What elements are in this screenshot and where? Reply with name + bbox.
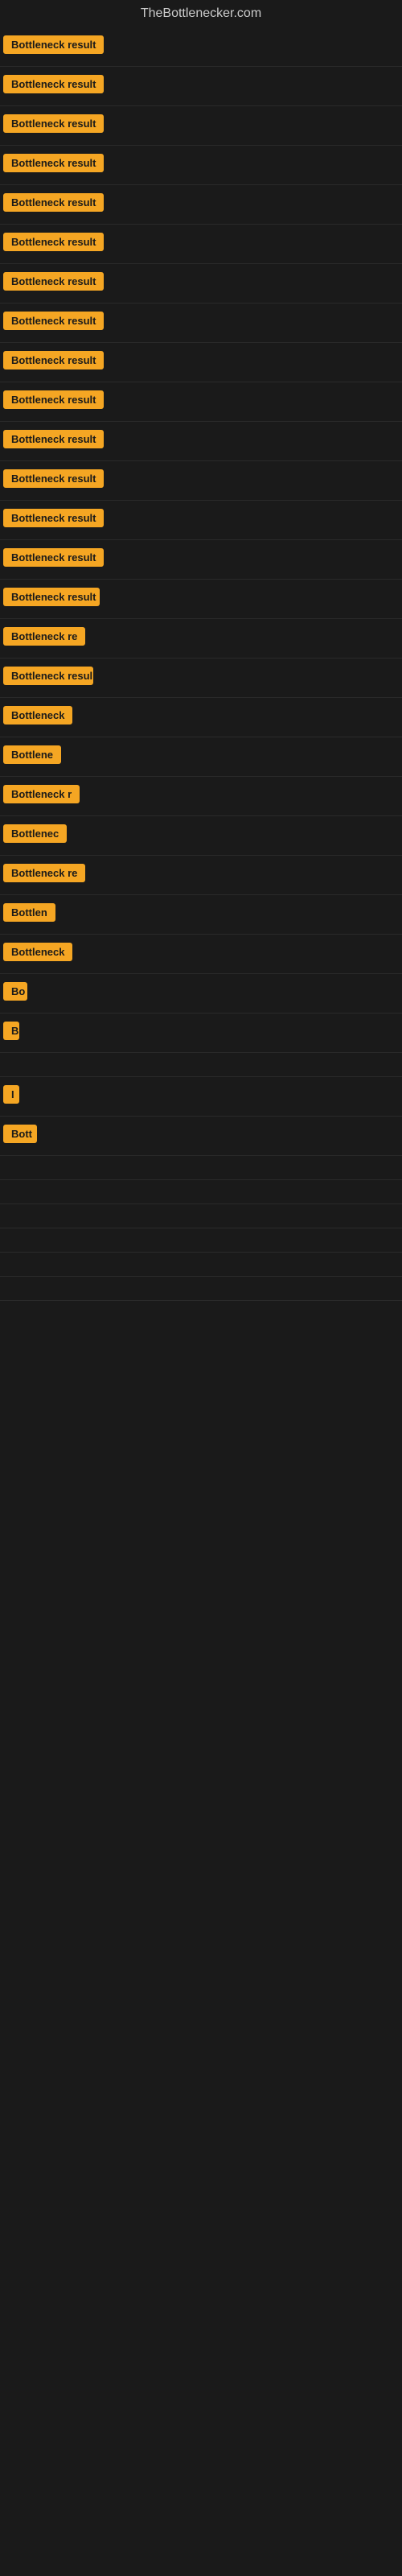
bottleneck-result-badge[interactable]: Bottleneck resul: [3, 667, 93, 685]
list-item: [0, 1180, 402, 1204]
bottleneck-result-badge[interactable]: Bottleneck result: [3, 390, 104, 409]
list-item: [0, 1156, 402, 1180]
list-item: Bottleneck result: [0, 106, 402, 146]
list-item: I: [0, 1077, 402, 1117]
bottleneck-result-badge[interactable]: Bottleneck result: [3, 469, 104, 488]
site-title: TheBottlenecker.com: [0, 0, 402, 27]
bottleneck-result-badge[interactable]: Bottlenec: [3, 824, 67, 843]
list-item: Bottleneck result: [0, 580, 402, 619]
bottleneck-result-badge[interactable]: Bottleneck result: [3, 312, 104, 330]
list-item: B: [0, 1013, 402, 1053]
bottleneck-result-badge[interactable]: Bottleneck result: [3, 193, 104, 212]
list-item: Bottlenec: [0, 816, 402, 856]
list-item: Bottlene: [0, 737, 402, 777]
bottleneck-result-badge[interactable]: Bottleneck result: [3, 351, 104, 369]
bottleneck-result-badge[interactable]: Bottleneck: [3, 706, 72, 724]
bottleneck-result-badge[interactable]: Bottleneck: [3, 943, 72, 961]
list-item: Bottleneck result: [0, 303, 402, 343]
list-item: Bottleneck result: [0, 540, 402, 580]
list-item: Bottleneck result: [0, 382, 402, 422]
list-item: Bo: [0, 974, 402, 1013]
bottleneck-result-badge[interactable]: Bottleneck result: [3, 35, 104, 54]
bottleneck-result-badge[interactable]: Bottleneck re: [3, 627, 85, 646]
list-item: [0, 1277, 402, 1301]
list-item: Bottleneck: [0, 698, 402, 737]
list-item: Bottleneck: [0, 935, 402, 974]
bottleneck-result-badge[interactable]: Bottleneck result: [3, 588, 100, 606]
bottleneck-result-badge[interactable]: Bottlene: [3, 745, 61, 764]
list-item: Bottleneck result: [0, 225, 402, 264]
bottleneck-result-badge[interactable]: Bott: [3, 1125, 37, 1143]
list-item: Bott: [0, 1117, 402, 1156]
list-item: [0, 1204, 402, 1228]
list-item: Bottleneck resul: [0, 658, 402, 698]
bottleneck-result-badge[interactable]: I: [3, 1085, 19, 1104]
list-item: Bottleneck result: [0, 422, 402, 461]
list-item: [0, 1053, 402, 1077]
list-item: Bottleneck re: [0, 619, 402, 658]
list-item: Bottleneck result: [0, 27, 402, 67]
list-item: Bottleneck result: [0, 185, 402, 225]
list-item: Bottleneck result: [0, 264, 402, 303]
bottleneck-result-badge[interactable]: Bottleneck result: [3, 154, 104, 172]
list-item: Bottleneck result: [0, 146, 402, 185]
bottleneck-result-badge[interactable]: Bottleneck result: [3, 272, 104, 291]
list-item: [0, 1253, 402, 1277]
bottleneck-result-badge[interactable]: Bottleneck result: [3, 114, 104, 133]
list-item: Bottleneck result: [0, 461, 402, 501]
list-item: Bottleneck result: [0, 67, 402, 106]
bottleneck-result-badge[interactable]: Bottleneck result: [3, 233, 104, 251]
list-item: [0, 1228, 402, 1253]
bottleneck-result-badge[interactable]: Bottleneck result: [3, 430, 104, 448]
bottleneck-result-badge[interactable]: Bottleneck result: [3, 509, 104, 527]
bottleneck-result-badge[interactable]: Bottlen: [3, 903, 55, 922]
bottleneck-result-badge[interactable]: Bottleneck result: [3, 548, 104, 567]
bottleneck-result-badge[interactable]: Bo: [3, 982, 27, 1001]
bottleneck-result-badge[interactable]: Bottleneck result: [3, 75, 104, 93]
list-item: Bottlen: [0, 895, 402, 935]
bottleneck-result-badge[interactable]: B: [3, 1022, 19, 1040]
list-item: Bottleneck result: [0, 501, 402, 540]
list-item: Bottleneck r: [0, 777, 402, 816]
bottleneck-result-badge[interactable]: Bottleneck r: [3, 785, 80, 803]
bottleneck-result-badge[interactable]: Bottleneck re: [3, 864, 85, 882]
list-item: Bottleneck re: [0, 856, 402, 895]
list-item: Bottleneck result: [0, 343, 402, 382]
